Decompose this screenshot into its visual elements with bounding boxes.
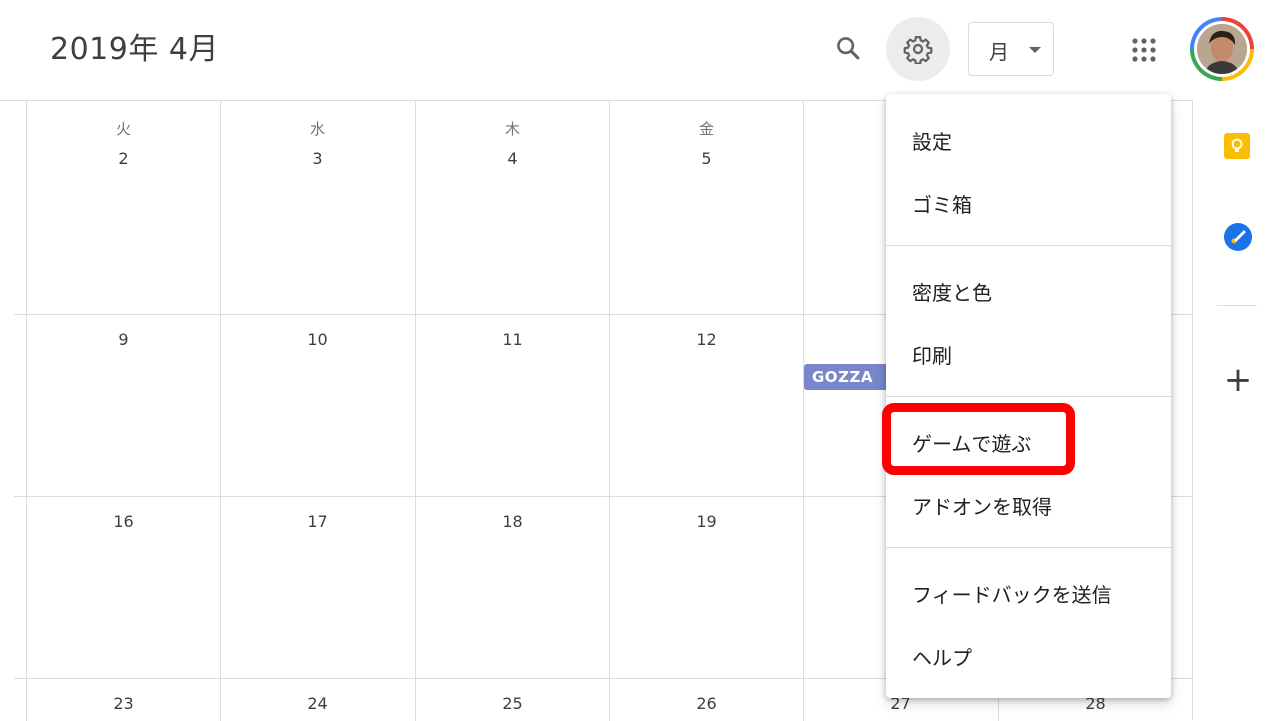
settings-button[interactable]: [886, 17, 950, 81]
day-number[interactable]: 3: [220, 149, 415, 168]
day-number[interactable]: 2: [26, 149, 221, 168]
app-header: 2019年 4月 月: [0, 0, 1280, 100]
day-number[interactable]: 23: [26, 694, 221, 713]
search-icon: [837, 37, 860, 60]
caret-down-icon: [1029, 47, 1041, 53]
side-panel-divider: [1217, 305, 1257, 306]
google-apps-button[interactable]: [1120, 26, 1168, 74]
menu-item-settings[interactable]: 設定: [886, 110, 1171, 166]
add-addon-button[interactable]: +: [1218, 360, 1258, 400]
weekday-header: 水: [309, 120, 325, 138]
grid-line: [803, 101, 804, 721]
day-number[interactable]: 26: [609, 694, 804, 713]
grid-line: [415, 101, 416, 721]
menu-item-print[interactable]: 印刷: [886, 324, 1171, 380]
menu-item-send-feedback[interactable]: フィードバックを送信: [886, 563, 1171, 619]
day-number[interactable]: 11: [415, 330, 610, 349]
menu-divider: [886, 245, 1171, 246]
tasks-icon[interactable]: [1224, 223, 1252, 251]
settings-menu: 設定 ゴミ箱 密度と色 印刷 ゲームで遊ぶ アドオンを取得 フィードバックを送信…: [886, 94, 1171, 698]
grid-line: [220, 101, 221, 721]
menu-item-get-addons[interactable]: アドオンを取得: [886, 475, 1171, 531]
side-panel: +: [1192, 100, 1280, 720]
check-pencil-icon: [1231, 230, 1246, 244]
search-button[interactable]: [822, 22, 874, 74]
day-number[interactable]: 19: [609, 512, 804, 531]
menu-divider: [886, 396, 1171, 397]
grid-line: [609, 101, 610, 721]
weekday-header: 木: [504, 120, 520, 138]
day-number[interactable]: 24: [220, 694, 415, 713]
menu-item-density-color[interactable]: 密度と色: [886, 261, 1171, 317]
lightbulb-icon: [1231, 138, 1243, 152]
menu-item-label: フィードバックを送信: [912, 583, 1112, 607]
avatar-photo: [1197, 24, 1247, 74]
menu-item-label: ヘルプ: [912, 646, 972, 670]
day-number[interactable]: 18: [415, 512, 610, 531]
person-photo-icon: [1197, 24, 1247, 74]
view-selector-label: 月: [989, 40, 1009, 64]
gear-icon: [903, 36, 933, 64]
menu-item-label: 密度と色: [912, 281, 992, 305]
avatar-ring-gap: [1194, 21, 1250, 77]
menu-item-help[interactable]: ヘルプ: [886, 626, 1171, 682]
day-number[interactable]: 9: [26, 330, 221, 349]
day-number[interactable]: 10: [220, 330, 415, 349]
day-number[interactable]: 25: [415, 694, 610, 713]
menu-item-label: ゴミ箱: [912, 193, 972, 217]
menu-item-label: 設定: [912, 130, 952, 154]
day-number[interactable]: 16: [26, 512, 221, 531]
day-number[interactable]: 4: [415, 149, 610, 168]
grid-line: [26, 101, 27, 721]
calendar-event-chip[interactable]: GOZZA: [804, 364, 894, 390]
view-selector-dropdown[interactable]: 月: [968, 22, 1054, 76]
day-number[interactable]: 12: [609, 330, 804, 349]
menu-item-label: アドオンを取得: [912, 495, 1052, 519]
menu-divider: [886, 547, 1171, 548]
day-number[interactable]: 5: [609, 149, 804, 168]
day-number[interactable]: 17: [220, 512, 415, 531]
menu-item-trash[interactable]: ゴミ箱: [886, 173, 1171, 229]
current-month-title: 2019年 4月: [50, 32, 219, 67]
account-avatar[interactable]: [1190, 17, 1254, 81]
highlight-box: [882, 403, 1075, 475]
keep-icon[interactable]: [1224, 133, 1250, 159]
apps-grid-icon: [1132, 38, 1156, 62]
weekday-header: 火: [115, 120, 131, 138]
menu-item-label: 印刷: [912, 344, 952, 368]
weekday-header: 金: [698, 120, 714, 138]
